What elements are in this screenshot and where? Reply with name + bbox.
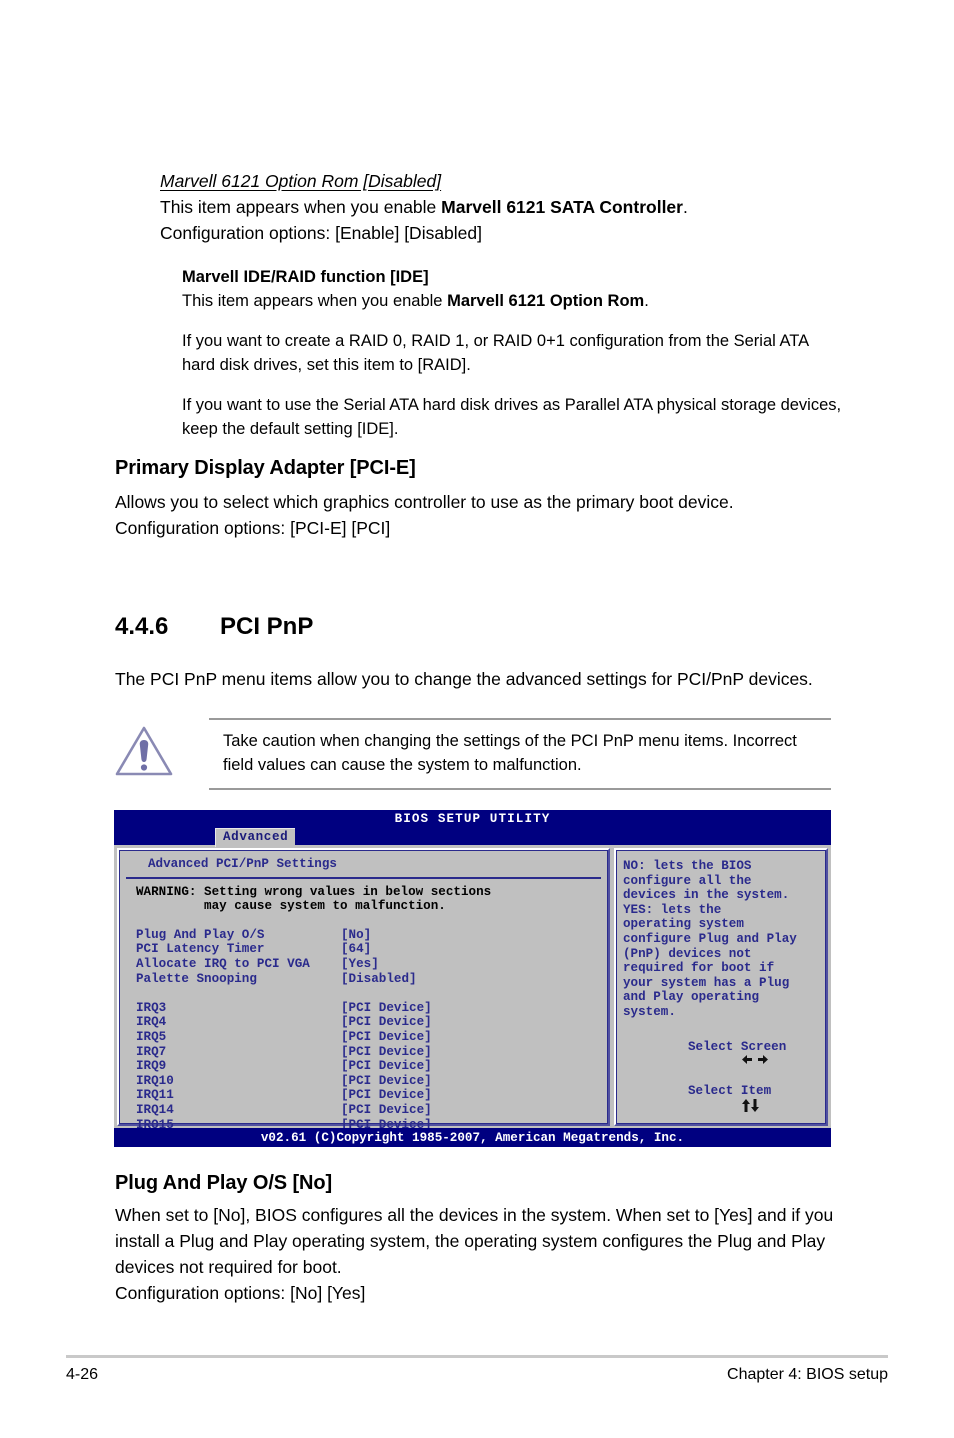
chapter-label: Chapter 4: BIOS setup bbox=[727, 1366, 888, 1383]
setting-label: Palette Snooping bbox=[136, 971, 257, 986]
setting-value: [64] bbox=[341, 942, 372, 957]
bios-settings-divider bbox=[126, 876, 601, 879]
footer-rule bbox=[66, 1355, 888, 1358]
irq-label: IRQ11 bbox=[136, 1088, 174, 1103]
bios-tab-bar: Advanced bbox=[114, 828, 831, 847]
bios-settings-list: Plug And Play O/S [No] PCI Latency Timer [… bbox=[120, 928, 607, 1132]
bios-help-panel: NO: lets the BIOS configure all the devi… bbox=[614, 848, 828, 1147]
marvell-ide-raid-heading: Marvell IDE/RAID function [IDE] bbox=[182, 268, 429, 286]
setting-row[interactable]: PCI Latency Timer [64] bbox=[136, 942, 607, 957]
key-legend-row: Select Screen bbox=[633, 1040, 825, 1085]
setting-label: Allocate IRQ to PCI VGA bbox=[136, 956, 310, 971]
irq-row[interactable]: IRQ11 [PCI Device] bbox=[136, 1088, 607, 1103]
setting-label: Plug And Play O/S bbox=[136, 927, 265, 942]
irq-label: IRQ10 bbox=[136, 1073, 174, 1088]
marvell-option-rom-line1: This item appears when you enable Marvel… bbox=[160, 194, 840, 220]
irq-value: [PCI Device] bbox=[341, 1059, 432, 1074]
document-page: Marvell 6121 Option Rom [Disabled] This … bbox=[0, 0, 954, 1438]
setting-row[interactable]: Allocate IRQ to PCI VGA [Yes] bbox=[136, 957, 607, 972]
bios-settings-title: Advanced PCI/PnP Settings bbox=[148, 857, 337, 871]
line1-pre: This item appears when you enable bbox=[160, 197, 442, 217]
bios-title: BIOS SETUP UTILITY bbox=[114, 810, 831, 828]
irq-value: [PCI Device] bbox=[341, 1102, 432, 1117]
note-bottom-rule bbox=[209, 788, 831, 790]
setting-value: [No] bbox=[341, 927, 372, 942]
section-4-4-6-heading: 4.4.6 PCI PnP bbox=[115, 612, 313, 642]
irq-label: IRQ4 bbox=[136, 1015, 167, 1030]
key-legend-row: Select Item bbox=[633, 1084, 825, 1131]
irq-row[interactable]: IRQ10 [PCI Device] bbox=[136, 1074, 607, 1089]
up-down-arrow-icon bbox=[633, 1084, 759, 1131]
setting-row[interactable]: Palette Snooping [Disabled] bbox=[136, 972, 607, 987]
key-legend-label: Select Screen bbox=[688, 1039, 787, 1054]
section-number: 4.4.6 bbox=[115, 613, 169, 640]
page-number: 4-26 bbox=[66, 1366, 99, 1383]
irq-label: IRQ7 bbox=[136, 1044, 167, 1059]
irq-label: IRQ9 bbox=[136, 1059, 167, 1074]
irq-row[interactable]: IRQ4 [PCI Device] bbox=[136, 1015, 607, 1030]
irq-row[interactable]: IRQ3 [PCI Device] bbox=[136, 1001, 607, 1016]
primary-display-adapter-line2: Configuration options: [PCI-E] [PCI] bbox=[115, 518, 391, 538]
p1-pre: This item appears when you enable bbox=[182, 292, 448, 310]
marvell-ide-raid-p2: If you want to create a RAID 0, RAID 1, … bbox=[182, 332, 809, 374]
irq-label: IRQ5 bbox=[136, 1029, 167, 1044]
p1-bold: Marvell 6121 Option Rom bbox=[447, 292, 645, 310]
plug-and-play-os-p1: When set to [No], BIOS configures all th… bbox=[115, 1205, 834, 1277]
marvell-ide-raid-p1: This item appears when you enable Marvel… bbox=[182, 289, 842, 313]
irq-value: [PCI Device] bbox=[341, 1000, 432, 1015]
irq-value: [PCI Device] bbox=[341, 1044, 432, 1059]
caution-note: Take caution when changing the settings … bbox=[113, 718, 831, 790]
irq-row[interactable]: IRQ14 [PCI Device] bbox=[136, 1103, 607, 1118]
irq-row[interactable]: IRQ7 [PCI Device] bbox=[136, 1045, 607, 1060]
p1-post: . bbox=[644, 292, 649, 310]
marvell-ide-raid-p3: If you want to use the Serial ATA hard d… bbox=[182, 396, 842, 438]
tab-advanced[interactable]: Advanced bbox=[215, 828, 296, 847]
plug-and-play-os-block: Plug And Play O/S [No] When set to [No],… bbox=[115, 1170, 835, 1306]
irq-label: IRQ3 bbox=[136, 1000, 167, 1015]
line1-post: . bbox=[682, 197, 688, 217]
irq-value: [PCI Device] bbox=[341, 1088, 432, 1103]
section-title: PCI PnP bbox=[220, 613, 314, 640]
setting-row[interactable]: Plug And Play O/S [No] bbox=[136, 928, 607, 943]
irq-value: [PCI Device] bbox=[341, 1015, 432, 1030]
marvell-option-rom-line2: Configuration options: [Enable] [Disable… bbox=[160, 223, 483, 243]
bios-content-frame: Advanced PCI/PnP Settings WARNING: Setti… bbox=[117, 848, 828, 1147]
primary-display-adapter-heading: Primary Display Adapter [PCI-E] bbox=[115, 457, 416, 479]
irq-value: [PCI Device] bbox=[341, 1029, 432, 1044]
primary-display-adapter-line1: Allows you to select which graphics cont… bbox=[115, 492, 734, 512]
bios-warning-line-2: may cause system to malfunction. bbox=[136, 899, 446, 914]
irq-row[interactable]: IRQ9 [PCI Device] bbox=[136, 1059, 607, 1074]
irq-row[interactable]: IRQ5 [PCI Device] bbox=[136, 1030, 607, 1045]
left-right-arrow-icon bbox=[633, 1040, 768, 1085]
marvell-option-rom-block: Marvell 6121 Option Rom [Disabled] This … bbox=[160, 168, 840, 246]
irq-value: [PCI Device] bbox=[341, 1073, 432, 1088]
bios-settings-panel: Advanced PCI/PnP Settings WARNING: Setti… bbox=[117, 848, 610, 1132]
marvell-ide-raid-block: Marvell IDE/RAID function [IDE] This ite… bbox=[182, 265, 842, 441]
plug-and-play-os-heading: Plug And Play O/S [No] bbox=[115, 1172, 333, 1194]
caution-note-text: Take caution when changing the settings … bbox=[223, 732, 797, 774]
bios-help-text: NO: lets the BIOS configure all the devi… bbox=[623, 859, 797, 1019]
plug-and-play-os-p2: Configuration options: [No] [Yes] bbox=[115, 1283, 366, 1303]
setting-label: PCI Latency Timer bbox=[136, 942, 265, 957]
bios-setup-screenshot: BIOS SETUP UTILITY Advanced Advanced PCI… bbox=[114, 810, 831, 1147]
line1-bold: Marvell 6121 SATA Controller bbox=[441, 197, 683, 217]
irq-label: IRQ14 bbox=[136, 1102, 174, 1117]
section-4-4-6-intro: The PCI PnP menu items allow you to chan… bbox=[115, 669, 813, 689]
key-legend-label: Select Item bbox=[688, 1084, 772, 1099]
warning-triangle-icon bbox=[113, 720, 209, 784]
marvell-option-rom-heading: Marvell 6121 Option Rom [Disabled] bbox=[160, 171, 442, 191]
setting-value: [Disabled] bbox=[341, 971, 417, 986]
bios-warning-line-1: WARNING: Setting wrong values in below s… bbox=[136, 884, 492, 899]
bios-copyright-footer: v02.61 (C)Copyright 1985-2007, American … bbox=[114, 1128, 831, 1147]
setting-value: [Yes] bbox=[341, 956, 379, 971]
